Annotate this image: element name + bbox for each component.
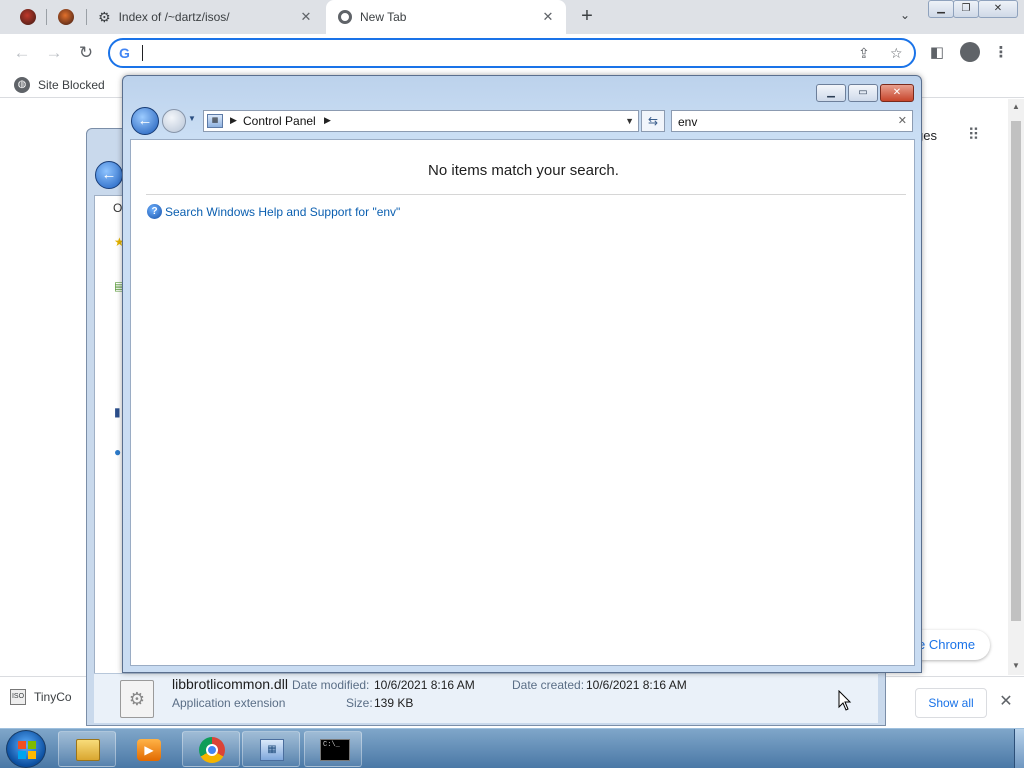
mouse-cursor-icon bbox=[838, 690, 852, 711]
size-label: Size: bbox=[346, 696, 373, 710]
google-icon: G bbox=[119, 45, 130, 61]
details-pane: ⚙ libbrotlicommon.dll Date modified: 10/… bbox=[94, 673, 878, 723]
tab-strip: ⚙ Index of /~dartz/isos/ ✕ New Tab ✕ + ⌄… bbox=[0, 0, 1024, 34]
close-window-button[interactable]: ✕ bbox=[880, 84, 914, 102]
windows-logo-icon bbox=[18, 741, 36, 759]
close-window-button[interactable]: ✕ bbox=[978, 0, 1018, 18]
media-player-icon: ▶ bbox=[137, 739, 161, 761]
new-tab-button[interactable]: + bbox=[576, 6, 598, 28]
tab-title: New Tab bbox=[360, 10, 407, 24]
taskbar-chrome[interactable] bbox=[182, 731, 240, 767]
web-page-icon: ⚙ bbox=[98, 8, 111, 25]
omnibox[interactable]: G ⇪ ☆ bbox=[108, 38, 916, 68]
page-scrollbar[interactable]: ▲ ▼ bbox=[1008, 99, 1024, 675]
folder-icon bbox=[76, 739, 100, 761]
omnibox-input[interactable] bbox=[140, 44, 840, 62]
size-value: 139 KB bbox=[374, 696, 414, 710]
minimize-button[interactable]: ▁ bbox=[928, 0, 954, 18]
favicon-icon bbox=[58, 9, 74, 25]
date-modified-value: 10/6/2021 8:16 AM bbox=[374, 678, 475, 692]
profile-avatar-icon[interactable] bbox=[960, 42, 980, 62]
control-panel-window[interactable]: ▁ ▭ ✕ ← ▼ ▦ ▶ Control Panel ▶ ▼ ⇆ ✕ No i… bbox=[122, 75, 922, 673]
date-created-label: Date created: bbox=[512, 678, 585, 692]
file-type: Application extension bbox=[172, 696, 286, 710]
restore-button[interactable]: ❐ bbox=[953, 0, 979, 18]
back-arrow-icon[interactable]: ← bbox=[10, 42, 34, 64]
breadcrumb-arrow-icon[interactable]: ▶ bbox=[324, 115, 331, 126]
search-input[interactable] bbox=[678, 114, 878, 129]
date-modified-label: Date modified: bbox=[292, 678, 370, 692]
help-question-icon: ? bbox=[147, 204, 162, 219]
chrome-icon bbox=[199, 737, 225, 763]
star-icon[interactable]: ☆ bbox=[890, 45, 903, 62]
side-panel-icon[interactable]: ◧ bbox=[926, 42, 948, 64]
back-arrow-icon[interactable]: ← bbox=[131, 107, 159, 135]
minimize-button[interactable]: ▁ bbox=[816, 84, 846, 102]
forward-arrow-icon[interactable] bbox=[162, 109, 186, 133]
help-link-text[interactable]: Search Windows Help and Support for "env… bbox=[165, 205, 400, 219]
tab-index-of-isos[interactable]: ⚙ Index of /~dartz/isos/ ✕ bbox=[88, 0, 324, 34]
tab-1[interactable] bbox=[10, 0, 46, 34]
text-caret bbox=[142, 45, 143, 61]
favicon-icon bbox=[20, 9, 36, 25]
control-panel-icon: ▦ bbox=[207, 114, 223, 128]
address-dropdown-icon[interactable]: ▼ bbox=[625, 116, 634, 126]
download-item[interactable]: ISO TinyCo bbox=[10, 689, 72, 705]
organize-menu-partial[interactable]: O bbox=[113, 201, 122, 215]
menu-dots-icon[interactable]: ⋮ bbox=[990, 42, 1012, 64]
share-icon[interactable]: ⇪ bbox=[858, 45, 870, 62]
show-all-button[interactable]: Show all bbox=[915, 688, 987, 718]
date-created-value: 10/6/2021 8:16 AM bbox=[586, 678, 687, 692]
show-desktop-button[interactable] bbox=[1014, 729, 1024, 768]
close-icon[interactable]: ✕ bbox=[540, 9, 556, 25]
chrome-favicon-icon bbox=[338, 10, 352, 24]
tab-new-tab[interactable]: New Tab ✕ bbox=[326, 0, 566, 34]
refresh-icon[interactable]: ⇆ bbox=[641, 110, 665, 132]
file-name: libbrotlicommon.dll bbox=[172, 676, 288, 692]
divider bbox=[146, 194, 906, 195]
computer-icon[interactable]: ▮ bbox=[114, 405, 121, 419]
help-search-link[interactable]: ? Search Windows Help and Support for "e… bbox=[147, 204, 400, 219]
start-button[interactable] bbox=[6, 730, 46, 768]
download-item-label: TinyCo bbox=[34, 690, 72, 704]
browser-toolbar: ← → ↻ G ⇪ ☆ ◧ ⋮ bbox=[0, 34, 1024, 72]
control-panel-content: No items match your search. ? Search Win… bbox=[130, 139, 915, 666]
address-bar[interactable]: ▦ ▶ Control Panel ▶ ▼ bbox=[203, 110, 639, 132]
scroll-down-arrow-icon[interactable]: ▼ bbox=[1008, 661, 1024, 670]
breadcrumb-control-panel[interactable]: Control Panel bbox=[243, 114, 316, 128]
command-prompt-icon: C:\_ bbox=[320, 739, 350, 761]
recent-pages-dropdown-icon[interactable]: ▼ bbox=[188, 114, 196, 123]
taskbar-command-prompt[interactable]: C:\_ bbox=[304, 731, 362, 767]
bookmark-site-blocked[interactable]: ◍ Site Blocked bbox=[14, 77, 105, 93]
clear-search-icon[interactable]: ✕ bbox=[898, 114, 907, 127]
apps-grid-icon[interactable]: ⠿ bbox=[962, 125, 984, 147]
tab-separator bbox=[86, 9, 87, 25]
back-arrow-icon[interactable]: ← bbox=[95, 161, 123, 189]
iso-file-icon: ISO bbox=[10, 689, 26, 705]
tab-separator bbox=[46, 9, 47, 25]
bookmark-label: Site Blocked bbox=[38, 78, 105, 92]
search-box[interactable]: ✕ bbox=[671, 110, 913, 132]
tab-title: Index of /~dartz/isos/ bbox=[118, 10, 230, 24]
taskbar-media-player[interactable]: ▶ bbox=[120, 731, 178, 767]
taskbar: ▶ ▦ C:\_ bbox=[0, 728, 1024, 768]
network-icon[interactable]: ● bbox=[114, 445, 121, 459]
close-icon[interactable]: ✕ bbox=[996, 692, 1016, 712]
taskbar-explorer[interactable] bbox=[58, 731, 116, 767]
control-panel-icon: ▦ bbox=[260, 739, 284, 761]
forward-arrow-icon[interactable]: → bbox=[42, 42, 66, 64]
chevron-down-icon[interactable]: ⌄ bbox=[896, 8, 914, 26]
maximize-button[interactable]: ▭ bbox=[848, 84, 878, 102]
breadcrumb-arrow-icon[interactable]: ▶ bbox=[230, 115, 237, 126]
reload-icon[interactable]: ↻ bbox=[74, 42, 98, 64]
scroll-up-arrow-icon[interactable]: ▲ bbox=[1008, 102, 1024, 111]
taskbar-control-panel[interactable]: ▦ bbox=[242, 731, 300, 767]
no-results-message: No items match your search. bbox=[428, 162, 619, 179]
tab-2[interactable] bbox=[48, 0, 84, 34]
globe-icon: ◍ bbox=[14, 77, 30, 93]
dll-file-icon: ⚙ bbox=[120, 680, 154, 718]
scrollbar-thumb[interactable] bbox=[1011, 121, 1021, 621]
close-icon[interactable]: ✕ bbox=[298, 9, 314, 25]
